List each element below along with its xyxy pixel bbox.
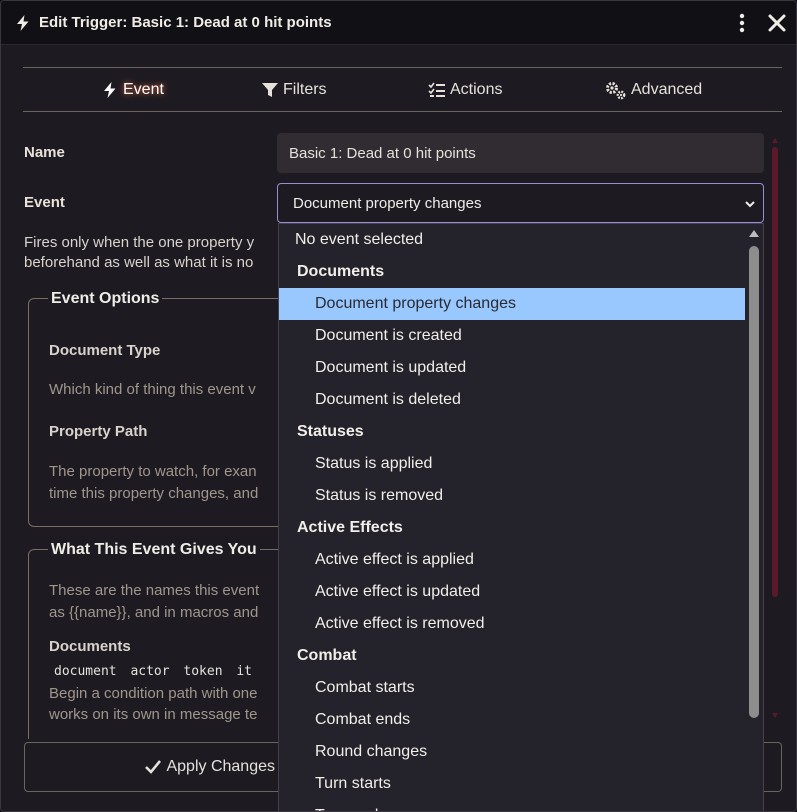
dropdown-group-header: Statuses bbox=[297, 423, 364, 440]
dropdown-option[interactable]: Document is deleted bbox=[279, 384, 745, 416]
scroll-up-arrow-icon[interactable] bbox=[748, 228, 760, 238]
tab-event[interactable]: Event bbox=[101, 68, 164, 111]
tab-filters[interactable]: Filters bbox=[261, 68, 327, 111]
document-type-help: Which kind of thing this event v bbox=[49, 381, 256, 398]
dropdown-option[interactable]: Combat starts bbox=[279, 672, 745, 704]
tab-event-label: Event bbox=[123, 80, 164, 98]
property-path-label: Property Path bbox=[49, 423, 148, 440]
edit-trigger-window: Edit Trigger: Basic 1: Dead at 0 hit poi… bbox=[0, 0, 797, 812]
dropdown-group-header: Active Effects bbox=[297, 519, 403, 536]
property-path-help-line: The property to watch, for exan bbox=[49, 463, 257, 480]
content-scroll-thumb[interactable] bbox=[772, 147, 778, 597]
dropdown-option[interactable]: Active effect is removed bbox=[279, 608, 745, 640]
dropdown-group-header: Combat bbox=[297, 647, 357, 664]
event-select[interactable]: Document property changes bbox=[277, 183, 764, 223]
dropdown-option[interactable]: Turn starts bbox=[279, 768, 745, 800]
dropdown-option[interactable]: Round changes bbox=[279, 736, 745, 768]
tab-actions-label: Actions bbox=[450, 80, 503, 98]
dropdown-scroll-thumb[interactable] bbox=[749, 246, 759, 718]
tab-bar: Event Filters Actions Advanced bbox=[23, 67, 782, 112]
event-description: Fires only when the one property y befor… bbox=[24, 233, 284, 273]
tab-actions[interactable]: Actions bbox=[428, 68, 502, 111]
event-description-line: beforehand as well as what it is no bbox=[24, 254, 254, 271]
dropdown-option[interactable]: No event selected bbox=[279, 224, 745, 256]
gives-you-hint-line: Begin a condition path with one bbox=[49, 685, 258, 702]
tab-advanced[interactable]: Advanced bbox=[605, 68, 702, 111]
gears-icon bbox=[606, 81, 626, 99]
dropdown-option[interactable]: Document is updated bbox=[279, 352, 745, 384]
dropdown-option[interactable]: Status is removed bbox=[279, 480, 745, 512]
dropdown-option[interactable]: Document is created bbox=[279, 320, 745, 352]
event-label: Event bbox=[24, 194, 65, 211]
document-type-label: Document Type bbox=[49, 342, 161, 359]
chevron-down-icon bbox=[745, 201, 755, 208]
name-input-value: Basic 1: Dead at 0 hit points bbox=[289, 144, 476, 162]
dropdown-option[interactable]: Status is applied bbox=[279, 448, 745, 480]
gives-you-legend: What This Event Gives You bbox=[48, 541, 260, 559]
property-path-help-line: time this property changes, and bbox=[49, 485, 259, 502]
dropdown-option[interactable]: Turn ends bbox=[279, 800, 745, 811]
apply-changes-label: Apply Changes bbox=[166, 758, 275, 775]
check-icon bbox=[145, 760, 162, 774]
documents-list: document actor token it bbox=[54, 664, 253, 679]
apply-changes-button[interactable]: Apply Changes bbox=[24, 742, 284, 792]
dropdown-option[interactable]: Document property changes bbox=[279, 288, 745, 320]
documents-label: Documents bbox=[49, 638, 131, 655]
tab-filters-label: Filters bbox=[283, 80, 327, 98]
event-select-value: Document property changes bbox=[293, 194, 482, 212]
window-titlebar[interactable]: Edit Trigger: Basic 1: Dead at 0 hit poi… bbox=[1, 1, 796, 45]
gives-you-intro-line: These are the names this event bbox=[49, 582, 260, 599]
event-dropdown-list[interactable]: No event selected Documents Document prope… bbox=[278, 223, 764, 811]
funnel-icon bbox=[262, 82, 278, 97]
gives-you-intro-line: as {{name}}, and in macros and bbox=[49, 604, 259, 621]
bolt-icon bbox=[104, 81, 116, 98]
name-label: Name bbox=[24, 144, 65, 161]
event-description-line: Fires only when the one property y bbox=[24, 234, 255, 251]
name-input[interactable]: Basic 1: Dead at 0 hit points bbox=[277, 133, 764, 173]
dropdown-group-header: Documents bbox=[297, 263, 385, 280]
dropdown-option[interactable]: Active effect is updated bbox=[279, 576, 745, 608]
dropdown-option[interactable]: Combat ends bbox=[279, 704, 745, 736]
kebab-icon[interactable] bbox=[735, 13, 749, 33]
tab-advanced-label: Advanced bbox=[631, 80, 703, 98]
event-options-legend: Event Options bbox=[48, 290, 163, 308]
secondary-button-edge[interactable] bbox=[761, 742, 782, 792]
window-title: Edit Trigger: Basic 1: Dead at 0 hit poi… bbox=[39, 14, 332, 31]
list-check-icon bbox=[428, 82, 445, 97]
dropdown-option[interactable]: Active effect is applied bbox=[279, 544, 745, 576]
close-icon[interactable] bbox=[767, 13, 787, 33]
gives-you-hint-line: works on its own in message te bbox=[49, 706, 258, 723]
bolt-icon bbox=[17, 15, 29, 31]
